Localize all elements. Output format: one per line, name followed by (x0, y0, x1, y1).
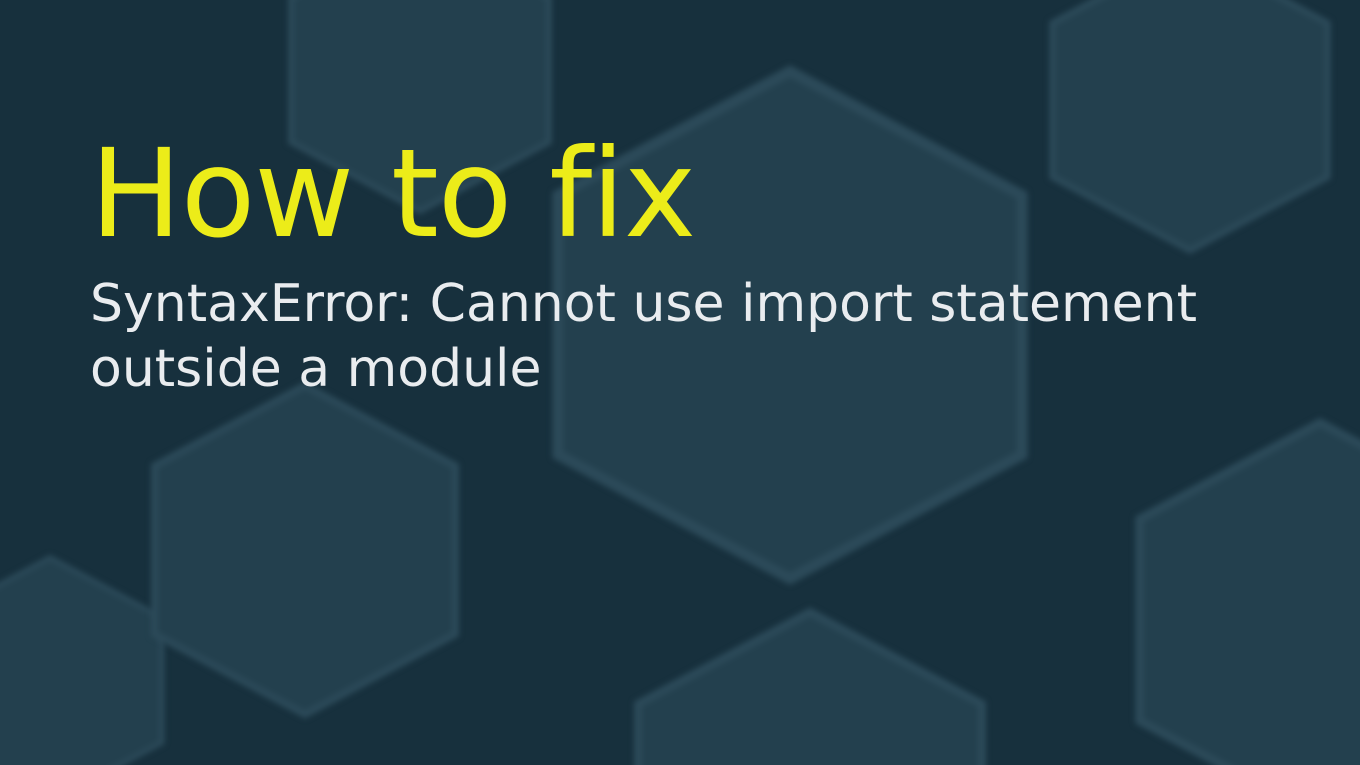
slide-subtitle: SyntaxError: Cannot use import statement… (90, 272, 1270, 402)
slide-content: How to fix SyntaxError: Cannot use impor… (0, 0, 1360, 402)
slide-title: How to fix (90, 130, 1270, 258)
